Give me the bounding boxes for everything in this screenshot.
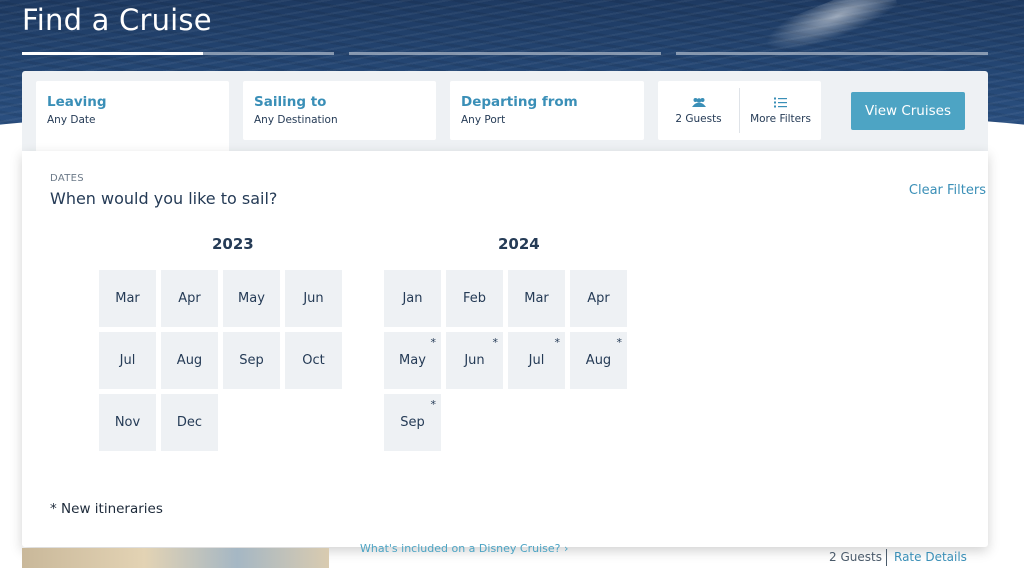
month-grid-2024: Jan Feb Mar Apr May * Jun * Jul * Aug * Sep *	[384, 270, 627, 451]
result-guests: 2 Guests	[829, 550, 882, 564]
month-tile[interactable]: Jun *	[446, 332, 503, 389]
month-label: Feb	[462, 291, 487, 306]
month-tile[interactable]: Sep	[223, 332, 280, 389]
rate-details-link[interactable]: Rate Details	[894, 550, 967, 564]
month-label: Jul	[119, 353, 136, 368]
cruise-photo	[22, 548, 329, 568]
filter-departing-value: Any Port	[461, 114, 506, 126]
filter-extras: 2 Guests More Filters	[658, 81, 821, 140]
clear-filters-link[interactable]: Clear Filters	[909, 183, 986, 198]
new-itinerary-marker: *	[554, 336, 561, 349]
new-itineraries-footnote: * New itineraries	[50, 501, 163, 517]
month-tile[interactable]: May	[223, 270, 280, 327]
month-tile[interactable]: Oct	[285, 332, 342, 389]
more-filters-button[interactable]: More Filters	[740, 81, 821, 140]
month-tile[interactable]: Sep *	[384, 394, 441, 451]
page-title: Find a Cruise	[22, 3, 212, 37]
dates-panel: DATES When would you like to sail? Clear…	[22, 151, 988, 547]
month-label: Aug	[176, 353, 203, 368]
year-heading-2024: 2024	[498, 235, 540, 253]
filter-leaving-label: Leaving	[47, 94, 107, 110]
month-tile[interactable]: May *	[384, 332, 441, 389]
whats-included-link[interactable]: What's included on a Disney Cruise? ›	[360, 542, 568, 555]
month-tile[interactable]: Jun	[285, 270, 342, 327]
filter-departing-label: Departing from	[461, 94, 578, 110]
filter-tab-departing-from[interactable]: Departing from Any Port	[450, 81, 644, 140]
filter-tab-leaving[interactable]: Leaving Any Date	[36, 81, 229, 161]
filter-sailing-label: Sailing to	[254, 94, 327, 110]
month-label: Aug	[585, 353, 612, 368]
month-label: Apr	[178, 291, 201, 306]
month-label: Oct	[302, 353, 325, 368]
month-tile[interactable]: Mar	[99, 270, 156, 327]
filter-bar: Leaving Any Date Sailing to Any Destinat…	[22, 71, 988, 161]
guests-button[interactable]: 2 Guests	[658, 81, 739, 140]
month-tile[interactable]: Mar	[508, 270, 565, 327]
filter-tab-sailing-to[interactable]: Sailing to Any Destination	[243, 81, 436, 140]
new-itinerary-marker: *	[430, 398, 437, 411]
more-filters-label: More Filters	[750, 112, 811, 125]
result-separator	[886, 549, 887, 566]
month-label: Sep	[400, 415, 425, 430]
month-tile[interactable]: Jul	[99, 332, 156, 389]
section-label: DATES	[50, 173, 84, 184]
month-tile[interactable]: Jul *	[508, 332, 565, 389]
new-itinerary-marker: *	[430, 336, 437, 349]
month-label: Apr	[587, 291, 610, 306]
panel-heading: When would you like to sail?	[50, 189, 278, 208]
month-label: Jul	[528, 353, 545, 368]
guests-label: 2 Guests	[675, 112, 722, 125]
list-icon	[774, 97, 787, 107]
step-progress-1	[22, 52, 203, 55]
new-itinerary-marker: *	[616, 336, 623, 349]
month-label: Nov	[114, 415, 141, 430]
step-progress-2	[349, 52, 661, 55]
month-label: Jun	[303, 291, 324, 306]
filter-leaving-value: Any Date	[47, 114, 96, 126]
month-label: Jan	[402, 291, 423, 306]
month-tile[interactable]: Feb	[446, 270, 503, 327]
step-progress-3	[676, 52, 988, 55]
step-progress-1-rest	[203, 52, 334, 55]
new-itinerary-marker: *	[492, 336, 499, 349]
month-tile[interactable]: Dec	[161, 394, 218, 451]
month-tile[interactable]: Jan	[384, 270, 441, 327]
month-tile[interactable]: Apr	[570, 270, 627, 327]
view-cruises-button[interactable]: View Cruises	[851, 92, 965, 130]
filter-sailing-value: Any Destination	[254, 114, 338, 126]
month-label: May	[238, 291, 265, 306]
month-tile[interactable]: Aug	[161, 332, 218, 389]
month-label: Dec	[176, 415, 203, 430]
month-label: Mar	[524, 291, 549, 306]
month-label: Sep	[239, 353, 264, 368]
month-label: Jun	[464, 353, 485, 368]
month-grid-2023: Mar Apr May Jun Jul Aug Sep Oct Nov Dec	[99, 270, 342, 451]
month-label: Mar	[115, 291, 140, 306]
month-tile[interactable]: Apr	[161, 270, 218, 327]
month-label: May	[399, 353, 426, 368]
month-tile[interactable]: Nov	[99, 394, 156, 451]
guests-icon	[691, 97, 706, 107]
year-heading-2023: 2023	[212, 235, 254, 253]
month-tile[interactable]: Aug *	[570, 332, 627, 389]
